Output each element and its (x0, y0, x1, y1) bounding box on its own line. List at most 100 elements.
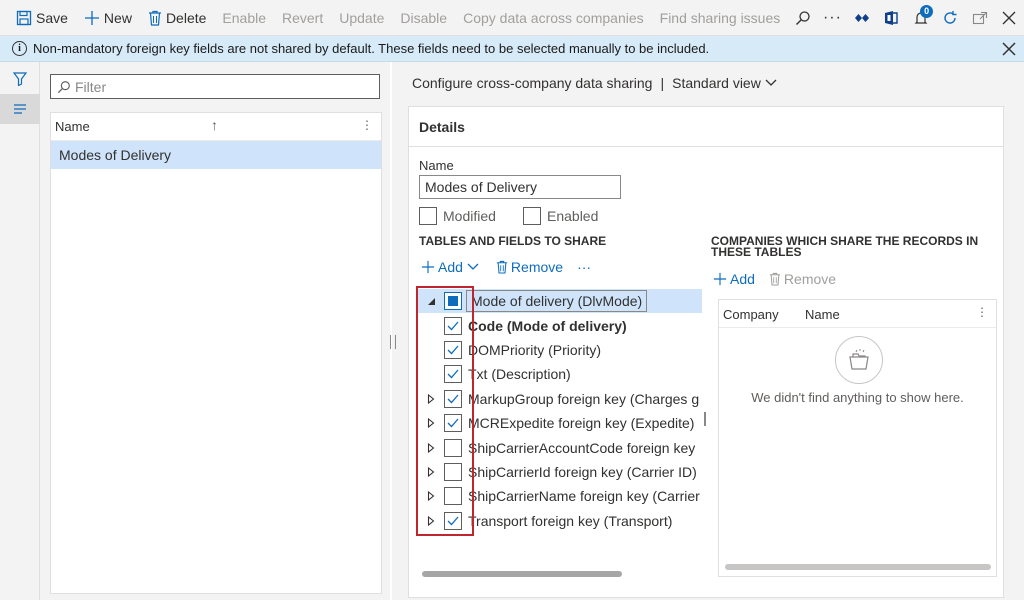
expand-icon[interactable] (424, 416, 438, 430)
page-title: Configure cross-company data sharing | S… (412, 75, 777, 91)
tree-field-row[interactable]: Transport foreign key (Transport) (418, 509, 708, 533)
field-checkbox[interactable] (444, 511, 462, 530)
power-apps-icon[interactable] (847, 0, 876, 36)
more-actions-button[interactable]: ··· (577, 259, 591, 275)
field-label: MarkupGroup foreign key (Charges g (468, 390, 700, 407)
tables-tree: Mode of delivery (DlvMode) Code (Mode of… (418, 289, 708, 565)
expand-icon[interactable] (424, 392, 438, 406)
details-header[interactable]: Details (409, 107, 1003, 147)
add-table-button[interactable]: Add (421, 259, 482, 275)
field-checkbox[interactable] (444, 365, 462, 384)
filter-input[interactable]: Filter (50, 74, 380, 99)
field-label: Transport foreign key (Transport) (468, 512, 673, 529)
tables-action-bar: Add Remove ··· (421, 259, 605, 275)
office-icon[interactable] (877, 0, 906, 36)
chevron-down-icon (765, 79, 777, 86)
plus-icon (421, 260, 435, 274)
grid-header: Name ↑ ⋮ (51, 113, 381, 141)
tree-field-row[interactable]: DOMPriority (Priority) (418, 338, 708, 362)
checkmark-icon (447, 369, 459, 379)
column-header-name[interactable]: Name (805, 307, 840, 322)
list-view-toggle[interactable] (0, 94, 40, 124)
field-checkbox[interactable] (444, 487, 462, 506)
tree-field-row[interactable]: MarkupGroup foreign key (Charges g (418, 387, 708, 411)
save-button[interactable]: Save (8, 0, 76, 36)
tree-root-checkbox[interactable] (444, 292, 462, 311)
column-header-name[interactable]: Name (55, 119, 90, 134)
enable-button[interactable]: Enable (214, 0, 274, 36)
field-label: ShipCarrierAccountCode foreign key (468, 439, 696, 456)
tree-field-row[interactable]: ShipCarrierName foreign key (Carrier (418, 484, 708, 508)
tree-field-row[interactable]: MCRExpedite foreign key (Expedite) (418, 411, 708, 435)
notification-badge: 0 (920, 4, 934, 18)
tree-field-row[interactable]: ShipCarrierAccountCode foreign key (418, 435, 708, 459)
notifications-icon[interactable]: 0 (906, 0, 935, 36)
expand-icon[interactable] (424, 489, 438, 503)
remove-table-button[interactable]: Remove (496, 259, 563, 275)
collapse-icon[interactable] (424, 294, 438, 308)
disable-button[interactable]: Disable (392, 0, 455, 36)
enabled-label: Enabled (547, 208, 599, 224)
tree-horizontal-scrollbar[interactable] (422, 571, 622, 577)
panel-splitter[interactable] (390, 335, 396, 349)
refresh-icon[interactable] (936, 0, 965, 36)
field-label: Code (Mode of delivery) (468, 317, 627, 334)
dismiss-message-icon[interactable] (1002, 39, 1016, 61)
delete-label: Delete (165, 9, 207, 26)
field-label: MCRExpedite foreign key (Expedite) (468, 415, 695, 432)
column-header-company[interactable]: Company (723, 307, 779, 322)
field-checkbox[interactable] (444, 462, 462, 481)
open-in-new-window-icon[interactable] (965, 0, 994, 36)
message-text: Non-mandatory foreign key fields are not… (33, 41, 710, 56)
field-checkbox[interactable] (444, 316, 462, 335)
find-sharing-issues-button[interactable]: Find sharing issues (652, 0, 789, 36)
expand-icon[interactable] (424, 465, 438, 479)
search-icon (57, 80, 70, 93)
column-options-icon[interactable]: ⋮ (976, 305, 988, 319)
search-icon[interactable] (788, 0, 817, 36)
expand-icon[interactable] (424, 441, 438, 455)
sort-ascending-icon[interactable]: ↑ (211, 117, 218, 133)
empty-folder-icon (835, 336, 883, 384)
companies-section-title: COMPANIES WHICH SHARE THE RECORDS IN THE… (711, 234, 979, 259)
list-item[interactable]: Modes of Delivery (51, 141, 381, 169)
field-label: Txt (Description) (468, 366, 571, 383)
remove-company-button[interactable]: Remove (769, 271, 836, 287)
expand-icon[interactable] (424, 514, 438, 528)
list-panel: Filter Name ↑ ⋮ Modes of Delivery (40, 62, 390, 600)
modified-checkbox-box (419, 207, 437, 225)
view-selector[interactable]: Standard view (672, 75, 777, 91)
more-options-icon[interactable]: ··· (818, 0, 847, 36)
tree-field-row[interactable]: ShipCarrierId foreign key (Carrier ID) (418, 460, 708, 484)
update-button[interactable]: Update (331, 0, 392, 36)
modified-checkbox[interactable]: Modified (419, 207, 496, 225)
action-pane: Save New Delete Enable Revert Update Dis… (0, 0, 1024, 36)
field-label: ShipCarrierName foreign key (Carrier (468, 488, 700, 505)
filter-pane-toggle[interactable] (0, 64, 40, 94)
column-options-icon[interactable]: ⋮ (361, 118, 373, 132)
tables-section-title: TABLES AND FIELDS TO SHARE (419, 234, 607, 248)
chevron-down-icon (467, 263, 479, 270)
tree-vertical-scrollbar[interactable] (704, 412, 708, 426)
delete-button[interactable]: Delete (140, 0, 214, 36)
new-button[interactable]: New (76, 0, 140, 36)
info-icon: i (12, 41, 27, 56)
companies-horizontal-scrollbar[interactable] (725, 564, 991, 570)
companies-action-bar: Add Remove (713, 271, 850, 287)
field-checkbox[interactable] (444, 438, 462, 457)
add-company-button[interactable]: Add (713, 271, 755, 287)
close-page-icon[interactable] (995, 0, 1024, 36)
copy-data-button[interactable]: Copy data across companies (455, 0, 652, 36)
enabled-checkbox[interactable]: Enabled (523, 207, 598, 225)
name-field[interactable]: Modes of Delivery (419, 175, 621, 199)
tree-field-row[interactable]: Txt (Description) (418, 362, 708, 386)
name-field-label: Name (419, 158, 454, 173)
field-checkbox[interactable] (444, 340, 462, 359)
tree-field-row[interactable]: Code (Mode of delivery) (418, 313, 708, 337)
field-checkbox[interactable] (444, 414, 462, 433)
revert-button[interactable]: Revert (274, 0, 331, 36)
tree-root-row[interactable]: Mode of delivery (DlvMode) (418, 289, 702, 314)
page-title-text: Configure cross-company data sharing (412, 75, 653, 91)
checkmark-icon (447, 345, 459, 355)
field-checkbox[interactable] (444, 389, 462, 408)
